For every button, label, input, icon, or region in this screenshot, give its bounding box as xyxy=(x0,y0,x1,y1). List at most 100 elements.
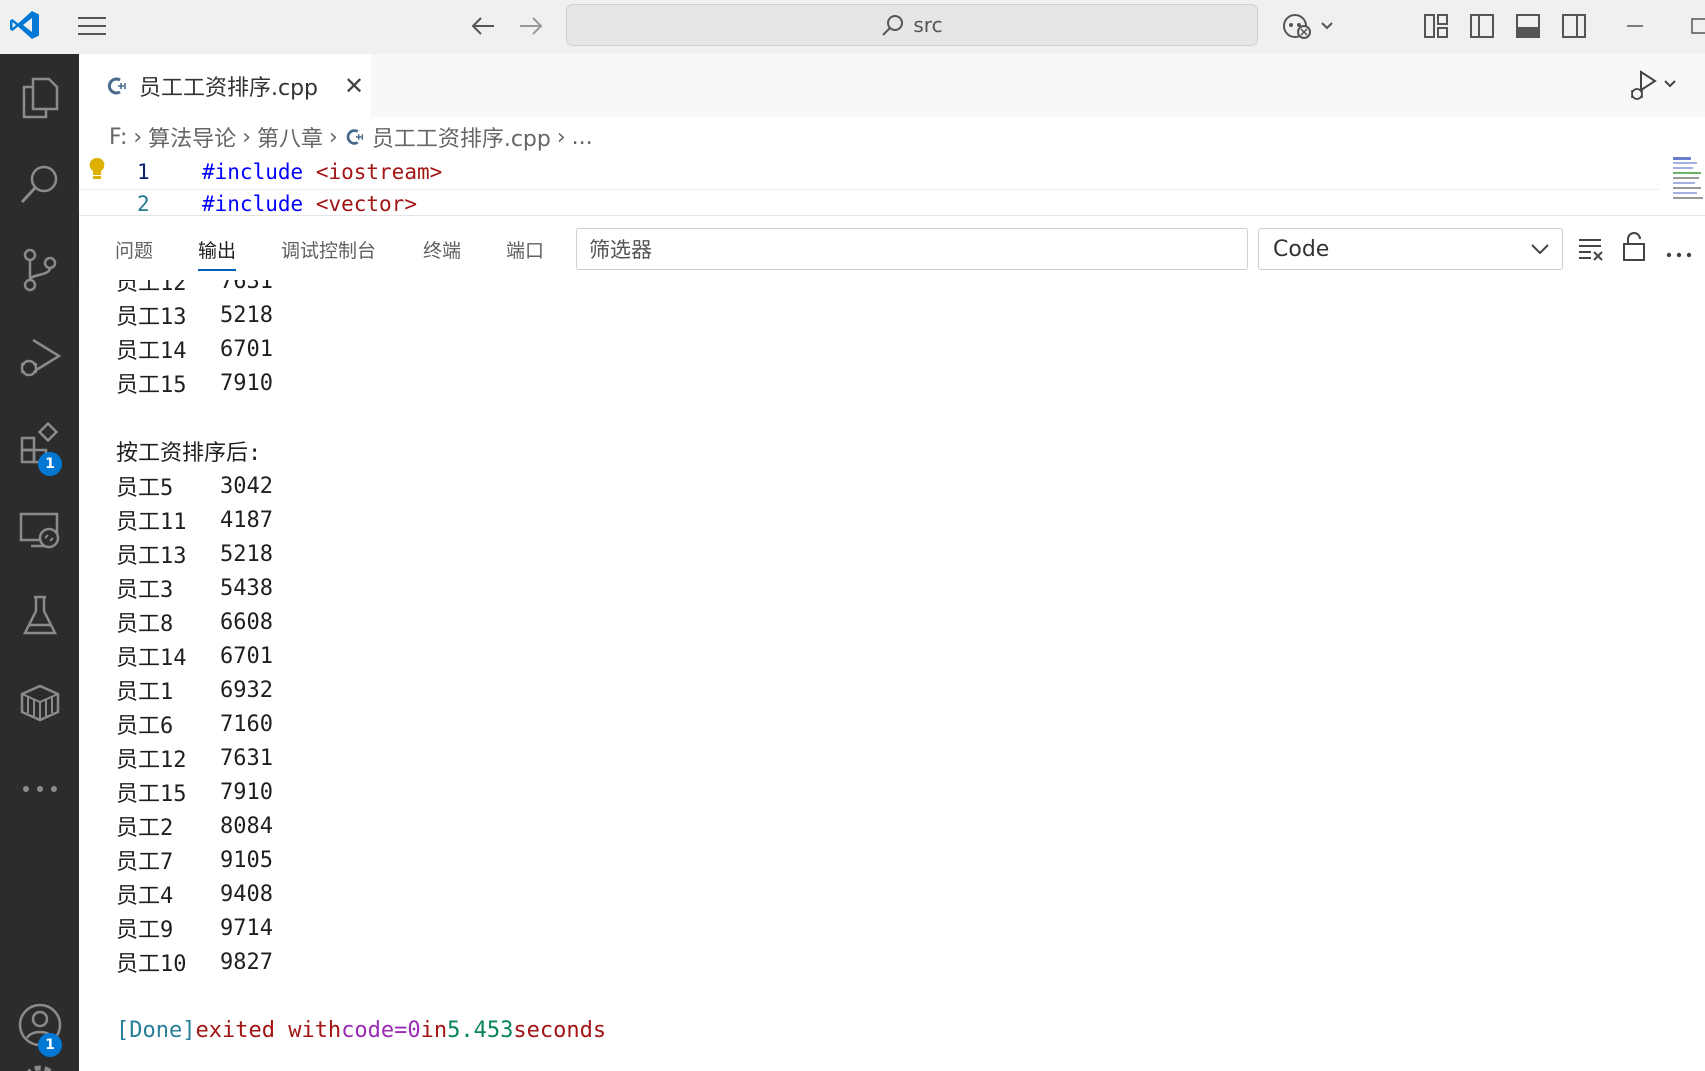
minimap[interactable] xyxy=(1673,157,1705,215)
employee-salary: 6701 xyxy=(220,336,273,362)
command-center-search[interactable]: src xyxy=(566,4,1258,46)
output-line: 员工9 9714 xyxy=(116,911,273,945)
output-line: 员工8 6608 xyxy=(116,605,273,639)
breadcrumb-item-subfolder[interactable]: 第八章 xyxy=(257,121,323,153)
employee-salary: 4187 xyxy=(220,507,273,533)
output-line: 员工13 5218 xyxy=(116,298,273,332)
breadcrumb: F: › 算法导论 › 第八章 › 员工工资排序.cpp › ... xyxy=(79,117,1705,157)
toggle-panel-icon[interactable] xyxy=(1512,10,1544,42)
code-text: #include <iostream> xyxy=(202,160,442,184)
sorted-header: 按工资排序后: xyxy=(116,441,262,466)
breadcrumb-item-symbol[interactable]: ... xyxy=(572,125,593,150)
source-control-icon[interactable] xyxy=(0,235,79,305)
breadcrumb-item-folder[interactable]: 算法导论 xyxy=(148,121,236,153)
toggle-secondary-sidebar-icon[interactable] xyxy=(1558,10,1590,42)
chevron-right-icon: › xyxy=(133,124,143,150)
output-line: 员工6 7160 xyxy=(116,707,273,741)
employee-name: 员工6 xyxy=(116,714,174,739)
done-seconds: seconds xyxy=(513,1017,607,1043)
tab-debug-console[interactable]: 调试控制台 xyxy=(281,236,376,263)
output-line: 员工4 9408 xyxy=(116,877,273,911)
extensions-badge: 1 xyxy=(38,452,62,476)
forward-arrow-icon[interactable] xyxy=(514,10,548,42)
explorer-icon[interactable] xyxy=(0,63,79,133)
minimize-icon[interactable] xyxy=(1620,10,1650,42)
cpp-file-icon xyxy=(107,77,126,94)
output-line: 员工13 5218 xyxy=(116,537,273,571)
lock-scroll-icon[interactable] xyxy=(1621,230,1647,264)
tab-ports[interactable]: 端口 xyxy=(506,236,544,263)
employee-salary: 6932 xyxy=(220,677,273,703)
output-line: 员工10 9827 xyxy=(116,945,273,979)
search-icon[interactable] xyxy=(0,149,79,219)
back-arrow-icon[interactable] xyxy=(466,10,500,42)
output-channel-value: Code xyxy=(1273,236,1330,262)
run-debug-dropdown-icon[interactable] xyxy=(1627,68,1687,104)
employee-salary: 7631 xyxy=(220,745,273,771)
tab-terminal[interactable]: 终端 xyxy=(423,236,461,263)
vscode-logo-icon xyxy=(10,11,39,39)
employee-name: 员工3 xyxy=(116,578,174,603)
output-line: 员工1 6932 xyxy=(116,673,273,707)
accounts-badge: 1 xyxy=(38,1033,62,1057)
copilot-icon[interactable] xyxy=(1280,10,1340,42)
title-bar: src xyxy=(0,0,1705,54)
output-line: 员工12 7631 xyxy=(116,280,273,298)
employee-name: 员工14 xyxy=(116,646,187,671)
remote-explorer-icon[interactable] xyxy=(0,495,79,565)
employee-name: 员工4 xyxy=(116,884,174,909)
done-code: code=0 xyxy=(341,1017,421,1043)
code-editor[interactable]: 1 #include <iostream> 2 #include <vector… xyxy=(79,157,1705,215)
filter-input[interactable]: 筛选器 xyxy=(576,228,1248,270)
tab-label: 员工工资排序.cpp xyxy=(139,75,319,101)
employee-salary: 9827 xyxy=(220,949,273,975)
code-header: <vector> xyxy=(315,192,417,215)
done-seconds-value: 5.453 xyxy=(447,1017,514,1043)
employee-salary: 7910 xyxy=(220,370,273,396)
search-icon xyxy=(882,15,904,36)
clear-output-icon[interactable] xyxy=(1576,234,1606,264)
employee-name: 员工8 xyxy=(116,612,174,637)
output-panel[interactable]: 员工12 7631 员工13 5218 员工14 6701 员工15 7910 按工资排… xyxy=(79,280,1705,1071)
output-line: 员工14 6701 xyxy=(116,639,273,673)
employee-name: 员工11 xyxy=(116,510,187,535)
employee-salary: 8084 xyxy=(220,813,273,839)
employee-salary: 9714 xyxy=(220,915,273,941)
more-icon[interactable] xyxy=(0,754,79,824)
employee-salary: 9408 xyxy=(220,881,273,907)
run-and-debug-icon[interactable] xyxy=(0,322,79,392)
employee-name: 员工15 xyxy=(116,782,187,807)
employee-name: 员工1 xyxy=(116,680,174,705)
breadcrumb-item-file[interactable]: 员工工资排序.cpp xyxy=(372,121,551,153)
employee-salary: 9105 xyxy=(220,847,273,873)
chevron-right-icon: › xyxy=(242,124,251,150)
output-line: 员工15 7910 xyxy=(116,366,273,400)
containers-icon[interactable] xyxy=(0,667,79,737)
more-actions-icon[interactable] xyxy=(1665,244,1693,258)
accounts-icon[interactable]: 1 xyxy=(0,990,79,1060)
activity-bar: 1 1 xyxy=(0,54,79,1071)
tab-problems[interactable]: 问题 xyxy=(115,236,153,263)
output-line: 员工5 3042 xyxy=(116,469,273,503)
menu-icon[interactable] xyxy=(74,10,110,42)
customize-layout-icon[interactable] xyxy=(1420,10,1452,42)
extensions-icon[interactable]: 1 xyxy=(0,409,79,479)
output-channel-select[interactable]: Code xyxy=(1258,228,1563,270)
toggle-primary-sidebar-icon[interactable] xyxy=(1466,10,1498,42)
tab-cpp-file[interactable]: 员工工资排序.cpp ✕ xyxy=(79,54,371,117)
employee-name: 员工5 xyxy=(116,476,174,501)
done-exited: exited with xyxy=(195,1017,342,1043)
output-line: 员工7 9105 xyxy=(116,843,273,877)
employee-salary: 3042 xyxy=(220,473,273,499)
employee-name: 员工13 xyxy=(116,305,187,330)
testing-icon[interactable] xyxy=(0,581,79,651)
employee-name: 员工10 xyxy=(116,952,187,977)
settings-gear-icon[interactable] xyxy=(0,1064,79,1071)
tab-output[interactable]: 输出 xyxy=(198,236,237,271)
close-icon[interactable]: ✕ xyxy=(344,72,364,100)
output-line: 员工15 7910 xyxy=(116,775,273,809)
breadcrumb-item-drive[interactable]: F: xyxy=(109,125,127,150)
filter-placeholder: 筛选器 xyxy=(589,238,652,262)
maximize-icon[interactable] xyxy=(1690,10,1705,42)
employee-name: 员工15 xyxy=(116,373,187,398)
